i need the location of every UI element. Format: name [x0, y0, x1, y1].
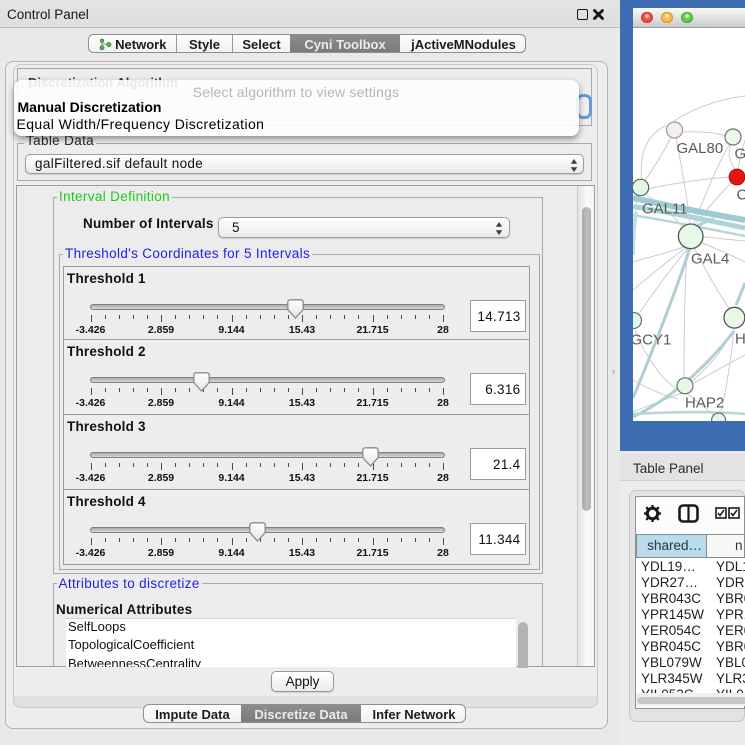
svg-text:GAL4: GAL4 — [691, 251, 729, 268]
svg-text:G.: G. — [735, 146, 745, 163]
svg-text:H: H — [735, 331, 745, 348]
svg-text:GAL80: GAL80 — [677, 140, 724, 157]
svg-text:GCY1: GCY1 — [633, 332, 671, 349]
svg-text:HAP2: HAP2 — [685, 395, 724, 412]
svg-text:GAL11: GAL11 — [642, 201, 688, 218]
svg-text:CR: CR — [737, 187, 745, 204]
